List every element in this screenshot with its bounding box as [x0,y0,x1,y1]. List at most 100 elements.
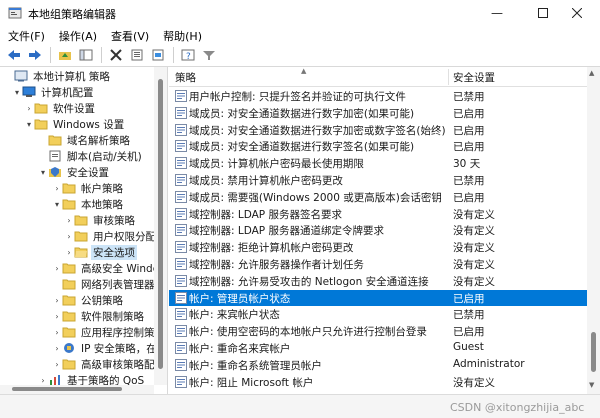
scroll-thumb[interactable] [12,387,122,391]
policy-icon [175,375,187,388]
scroll-thumb[interactable] [158,79,163,369]
tree-item[interactable]: 域名解析策略 [38,132,132,148]
scroll-thumb[interactable] [591,332,596,372]
policy-name: 域控制器: LDAP 服务器通道绑定令牌要求 [189,225,384,238]
tree-item[interactable]: › 安全选项 [64,244,137,260]
policy-setting-value: 已禁用 [453,91,485,103]
tree-item[interactable]: › 应用程序控制策 [52,324,157,340]
chevron-right-icon[interactable]: › [52,296,62,305]
chevron-right-icon[interactable]: › [64,232,74,241]
tree-item[interactable]: ▾ 本地策略 [52,196,125,212]
chevron-right-icon[interactable]: › [52,184,62,193]
tree-vertical-scrollbar[interactable] [154,67,167,385]
column-divider[interactable] [448,69,449,85]
policy-row[interactable]: 帐户: 使用空密码的本地帐户只允许进行控制台登录 已启用 [169,323,587,339]
policy-row[interactable]: 帐户: 阻止 Microsoft 帐户 没有定义 [169,374,587,390]
chevron-down-icon[interactable]: ▾ [24,120,34,129]
forward-button[interactable] [25,46,45,64]
back-arrow-icon [8,50,20,60]
export-list-icon [152,49,164,61]
chevron-right-icon[interactable]: › [52,264,62,273]
menu-view[interactable]: 查看(V) [111,28,149,44]
chevron-right-icon[interactable]: › [38,376,48,385]
policy-list-pane: 策略 ▲ 安全设置 用户帐户控制: 只提升签名并验证的可执行文件 已禁用 域成员: … [169,67,600,394]
policy-row[interactable]: 域控制器: 允许易受攻击的 Netlogon 安全通道连接 没有定义 [169,273,587,289]
tree-item[interactable]: › 公钥策略 [52,292,125,308]
up-button[interactable] [55,46,75,64]
list-vertical-scrollbar[interactable]: ▲ ▼ [587,67,600,394]
chevron-right-icon[interactable]: › [52,344,62,353]
policy-row[interactable]: 帐户: 来宾帐户状态 已禁用 [169,306,587,322]
tree-item[interactable]: ▾ 安全设置 [38,164,111,180]
console-tree[interactable]: 本地计算机 策略 ▾ 计算机配置 › 软件设置 ▾ Windows 设置 域名解析策略 脚本(启… [0,67,168,394]
delete-button[interactable] [106,46,126,64]
chevron-right-icon[interactable]: › [64,248,74,257]
policy-icon [175,123,187,136]
tree-item-label: 网络列表管理器 [81,278,155,291]
tree-item[interactable]: › 审核策略 [64,212,137,228]
tree-item[interactable]: 网络列表管理器 [52,276,157,292]
tree-item[interactable]: 本地计算机 策略 [4,68,112,84]
chevron-down-icon[interactable]: ▾ [38,168,48,177]
chevron-right-icon[interactable]: › [52,312,62,321]
tree-item[interactable]: › IP 安全策略，在 [52,340,159,356]
policy-setting-value: Administrator [453,357,525,370]
policy-name: 域控制器: 允许服务器操作者计划任务 [189,259,364,271]
policy-row[interactable]: 域成员: 对安全通道数据进行数字签名(如果可能) 已启用 [169,138,587,154]
column-setting-header[interactable]: 安全设置 [453,67,495,87]
chevron-right-icon[interactable]: › [64,216,74,225]
menu-help[interactable]: 帮助(H) [163,28,202,44]
tree-item[interactable]: › 帐户策略 [52,180,125,196]
policy-row[interactable]: 帐户: 重命名来宾帐户 Guest [169,340,587,356]
policy-row[interactable]: 用户帐户控制: 只提升签名并验证的可执行文件 已禁用 [169,88,587,104]
tree-item-label: 用户权限分配 [93,230,156,243]
column-policy-header[interactable]: 策略 [175,67,196,87]
policy-row[interactable]: 域控制器: LDAP 服务器签名要求 没有定义 [169,206,587,222]
scroll-up-icon[interactable]: ▲ [589,69,594,77]
properties-button[interactable] [127,46,147,64]
show-tree-button[interactable] [76,46,96,64]
help-button[interactable]: ? [178,46,198,64]
chevron-right-icon[interactable]: › [52,328,62,337]
filter-button[interactable] [199,46,219,64]
policy-row[interactable]: 域控制器: 允许服务器操作者计划任务 没有定义 [169,256,587,272]
policy-row[interactable]: 域成员: 对安全通道数据进行数字加密或数字签名(始终) 已启用 [169,122,587,138]
ip-security-icon [62,342,76,354]
policy-row[interactable]: 域成员: 对安全通道数据进行数字加密(如果可能) 已启用 [169,105,587,121]
export-list-button[interactable] [148,46,168,64]
policy-setting-value: 没有定义 [453,242,495,255]
policy-row[interactable]: 域成员: 需要强(Windows 2000 或更高版本)会话密钥 已启用 [169,189,587,205]
tree-item[interactable]: › 软件设置 [24,100,97,116]
menu-action[interactable]: 操作(A) [59,28,97,44]
tree-item[interactable]: › 软件限制策略 [52,308,146,324]
policy-row[interactable]: 域成员: 计算机帐户密码最长使用期限 30 天 [169,155,587,171]
policy-row[interactable]: 域控制器: LDAP 服务器通道绑定令牌要求 没有定义 [169,222,587,238]
tree-item[interactable]: ▾ 计算机配置 [12,84,96,100]
chevron-down-icon[interactable]: ▾ [52,200,62,209]
tree-item[interactable]: ▾ Windows 设置 [24,116,126,132]
menu-file[interactable]: 文件(F) [8,28,45,44]
minimize-button[interactable]: — [474,0,520,26]
policy-row[interactable]: 域成员: 禁用计算机帐户密码更改 已禁用 [169,172,587,188]
chevron-right-icon[interactable]: › [52,360,62,369]
tree-item[interactable]: 脚本(启动/关机) [38,148,144,164]
policy-row[interactable]: 帐户: 重命名系统管理员帐户 Administrator [169,357,587,373]
back-button[interactable] [4,46,24,64]
watermark: CSDN @xitongzhijia_abc [450,401,585,414]
tree-horizontal-scrollbar[interactable] [0,385,154,394]
close-button[interactable] [554,0,600,26]
scroll-down-icon[interactable]: ▼ [589,381,594,389]
policy-row[interactable]: 域控制器: 拒绝计算机帐户密码更改 没有定义 [169,239,587,255]
show-tree-icon [79,49,93,61]
tree-item-label: 计算机配置 [41,86,94,99]
tree-item[interactable]: › 高级安全 Windc [52,260,161,276]
properties-icon [131,49,143,61]
maximize-icon [538,8,548,18]
chevron-right-icon[interactable]: › [24,104,34,113]
policy-setting-value: 已禁用 [453,309,485,322]
policy-row[interactable]: 帐户: 管理员帐户状态 已启用 [169,289,587,306]
tree-item[interactable]: › 用户权限分配 [64,228,158,244]
tree-item[interactable]: › 高级审核策略配 [52,356,157,372]
tree-item-label: IP 安全策略，在 [81,342,157,355]
chevron-down-icon[interactable]: ▾ [12,88,22,97]
